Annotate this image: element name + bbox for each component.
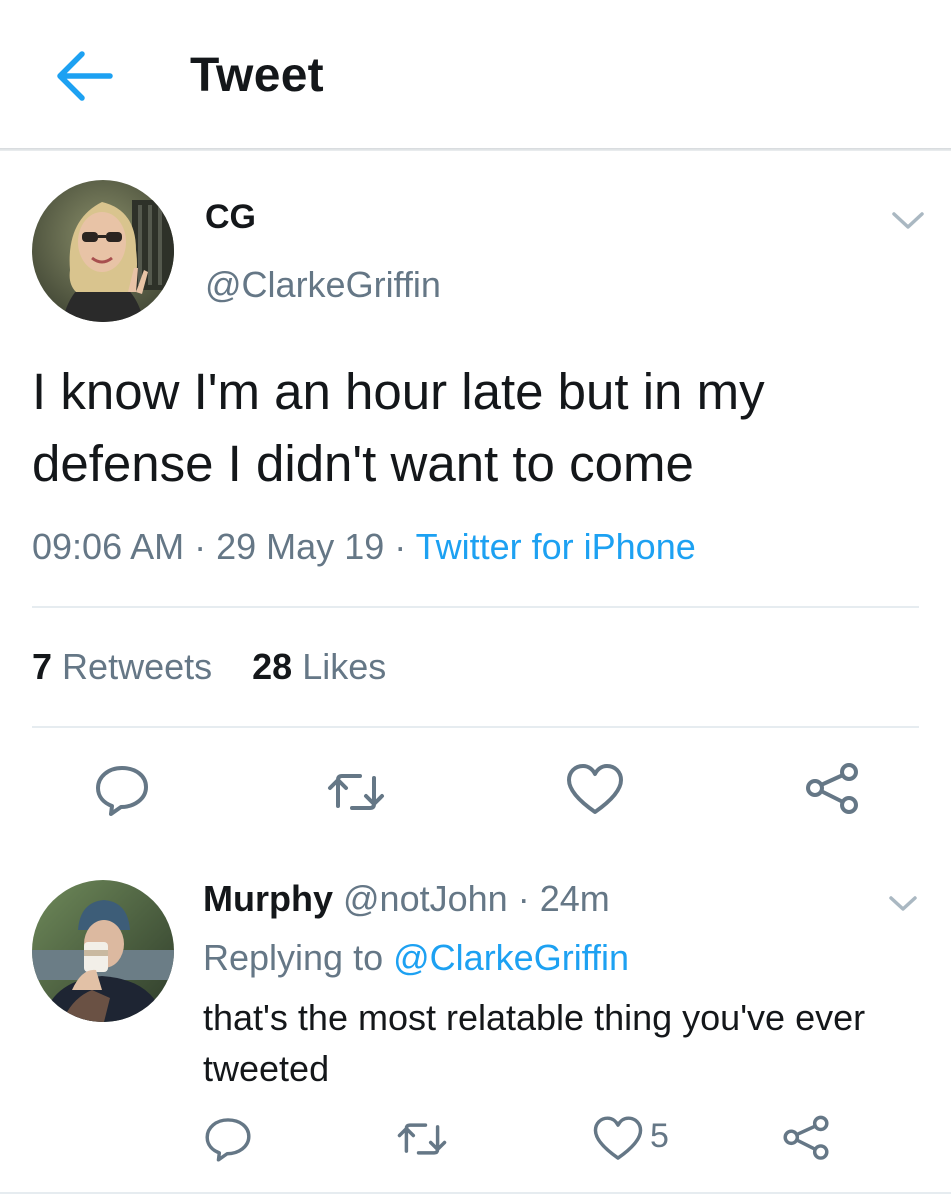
- avatar-photo: [32, 880, 174, 1022]
- reply-options-button[interactable]: [885, 890, 921, 916]
- retweet-icon: [328, 774, 384, 810]
- tweet-text: I know I'm an hour late but in my defens…: [32, 363, 765, 492]
- reply-header: Murphy @notJohn · 24m: [203, 878, 610, 920]
- share-icon: [783, 1115, 829, 1160]
- retweet-button[interactable]: [326, 762, 386, 822]
- like-icon: [567, 764, 623, 814]
- reply-share-button[interactable]: [780, 1113, 832, 1165]
- share-icon: [806, 763, 858, 814]
- replying-to-mention[interactable]: @ClarkeGriffin: [393, 937, 629, 978]
- avatar[interactable]: [32, 180, 174, 322]
- retweets-count: 7: [32, 646, 53, 687]
- reply-like-button[interactable]: [592, 1113, 644, 1165]
- reply-text: that's the most relatable thing you've e…: [203, 997, 866, 1089]
- retweet-icon: [397, 1123, 447, 1155]
- reply-age: 24m: [539, 878, 610, 919]
- meta-separator: ·: [517, 878, 530, 919]
- author-handle[interactable]: @ClarkeGriffin: [205, 264, 441, 306]
- share-button[interactable]: [802, 760, 862, 820]
- divider: [32, 726, 919, 728]
- reply-avatar[interactable]: [32, 880, 174, 1022]
- reply-button[interactable]: [92, 760, 152, 820]
- chevron-down-icon: [889, 896, 917, 911]
- replying-to: Replying to @ClarkeGriffin: [203, 937, 629, 979]
- tweet-date: 29 May 19: [216, 526, 385, 567]
- replying-to-label: Replying to: [203, 937, 384, 978]
- meta-separator: ·: [194, 526, 207, 567]
- author-display-name[interactable]: CG: [205, 198, 256, 237]
- chevron-down-icon: [892, 212, 924, 229]
- retweets-label: Retweets: [62, 646, 213, 687]
- reply-reply-button[interactable]: [202, 1113, 254, 1165]
- page-title: Tweet: [190, 49, 324, 102]
- likes-count: 28: [252, 646, 293, 687]
- tweet-time: 09:06 AM: [32, 526, 185, 567]
- tweet-stats: 7 Retweets 28 Likes: [32, 646, 386, 688]
- like-icon: [593, 1116, 643, 1160]
- like-button[interactable]: [565, 760, 625, 820]
- likes-label: Likes: [302, 646, 387, 687]
- meta-separator: ·: [394, 526, 407, 567]
- tweet-meta: 09:06 AM · 29 May 19 · Twitter for iPhon…: [32, 526, 696, 568]
- avatar-photo: [32, 180, 174, 322]
- header-divider: [0, 148, 951, 151]
- reply-author-handle[interactable]: @notJohn: [343, 878, 508, 919]
- reply-icon: [205, 1118, 251, 1162]
- tweet-options-button[interactable]: [888, 206, 928, 234]
- reply-like-count: 5: [650, 1117, 669, 1155]
- divider: [0, 1192, 951, 1194]
- top-app-bar: [0, 0, 951, 148]
- tweet-source-link[interactable]: Twitter for iPhone: [416, 526, 696, 567]
- back-button[interactable]: [52, 48, 116, 104]
- reply-author-name[interactable]: Murphy: [203, 878, 333, 919]
- likes-stat[interactable]: 28 Likes: [252, 646, 386, 687]
- divider: [32, 606, 919, 608]
- reply-icon: [96, 766, 148, 816]
- arrow-left-icon: [57, 51, 113, 101]
- retweets-stat[interactable]: 7 Retweets: [32, 646, 212, 687]
- reply-retweet-button[interactable]: [396, 1113, 448, 1165]
